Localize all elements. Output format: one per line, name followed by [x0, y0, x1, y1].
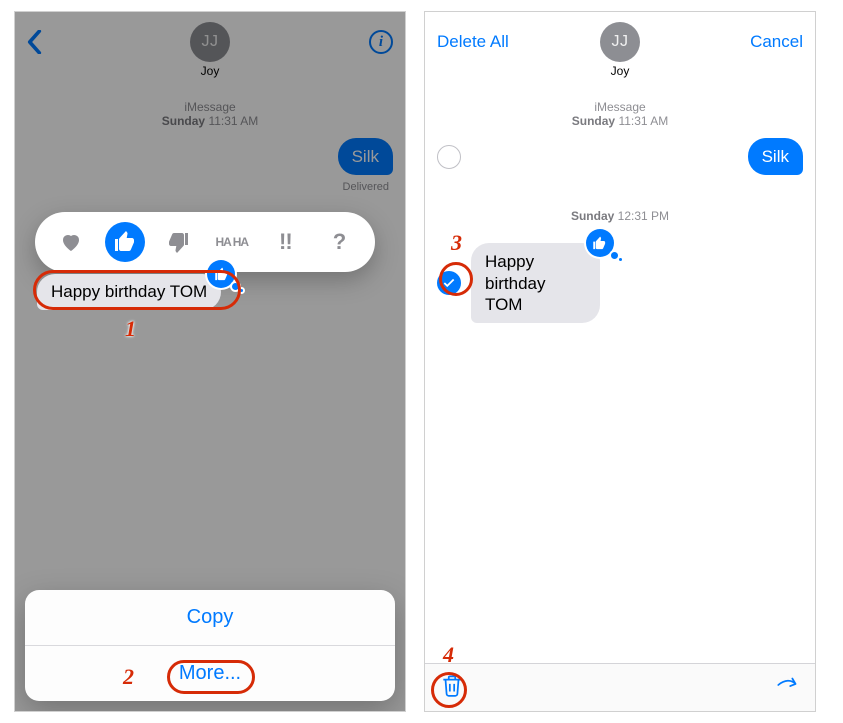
contact-name: Joy	[611, 64, 630, 78]
cancel-button[interactable]: Cancel	[750, 32, 803, 52]
tapback-haha-icon[interactable]: HA HA	[212, 222, 252, 262]
avatar[interactable]: JJ	[190, 22, 230, 62]
tapback-heart-icon[interactable]	[51, 222, 91, 262]
info-icon[interactable]: i	[369, 30, 393, 54]
navbar: Delete All JJ Joy Cancel	[425, 12, 815, 84]
select-checkbox-checked[interactable]	[437, 271, 461, 295]
select-row[interactable]: Silk	[437, 138, 803, 175]
back-icon[interactable]	[27, 30, 42, 54]
tapback-attached-thumbs-up-icon	[586, 229, 614, 257]
tapback-thumbs-down-icon[interactable]	[158, 222, 198, 262]
delete-all-button[interactable]: Delete All	[437, 32, 509, 52]
timestamp-2: Sunday 12:31 PM	[437, 209, 803, 223]
delivered-label: Delivered	[27, 181, 389, 193]
trash-icon[interactable]	[439, 672, 465, 703]
message-received[interactable]: Happy birthday TOM	[471, 243, 600, 323]
message-sent[interactable]: Silk	[338, 138, 393, 175]
chat-body: iMessage Sunday 11:31 AM Silk Delivered	[15, 84, 405, 201]
bottom-toolbar	[425, 663, 815, 711]
navbar: JJ Joy i	[15, 12, 405, 84]
chat-body: iMessage Sunday 11:31 AM Silk Sunday 12:…	[425, 84, 815, 337]
timestamp-1: iMessage Sunday 11:31 AM	[437, 100, 803, 128]
message-received[interactable]: Happy birthday TOM	[37, 274, 221, 310]
action-copy[interactable]: Copy	[25, 590, 395, 645]
tapback-exclaim-icon[interactable]: !!	[265, 222, 305, 262]
phone-right: Delete All JJ Joy Cancel iMessage Sunday…	[424, 11, 816, 712]
message-sent[interactable]: Silk	[748, 138, 803, 175]
contact-name: Joy	[201, 64, 220, 78]
phone-left: JJ Joy i iMessage Sunday 11:31 AM Silk D…	[14, 11, 406, 712]
focused-message-wrap: Happy birthday TOM	[37, 274, 221, 310]
tapback-bar: HA HA !! ?	[35, 212, 375, 272]
tapback-attached-thumbs-up-icon	[207, 260, 235, 288]
avatar[interactable]: JJ	[600, 22, 640, 62]
timestamp: iMessage Sunday 11:31 AM	[27, 100, 393, 128]
select-checkbox-unchecked[interactable]	[437, 145, 461, 169]
select-row[interactable]: Happy birthday TOM	[437, 243, 803, 323]
tapback-question-icon[interactable]: ?	[319, 222, 359, 262]
share-icon[interactable]	[775, 672, 801, 703]
tapback-thumbs-up-icon[interactable]	[105, 222, 145, 262]
annotation-number-1: 1	[125, 316, 136, 342]
action-more[interactable]: More...	[25, 646, 395, 701]
action-sheet: Copy More...	[25, 590, 395, 701]
